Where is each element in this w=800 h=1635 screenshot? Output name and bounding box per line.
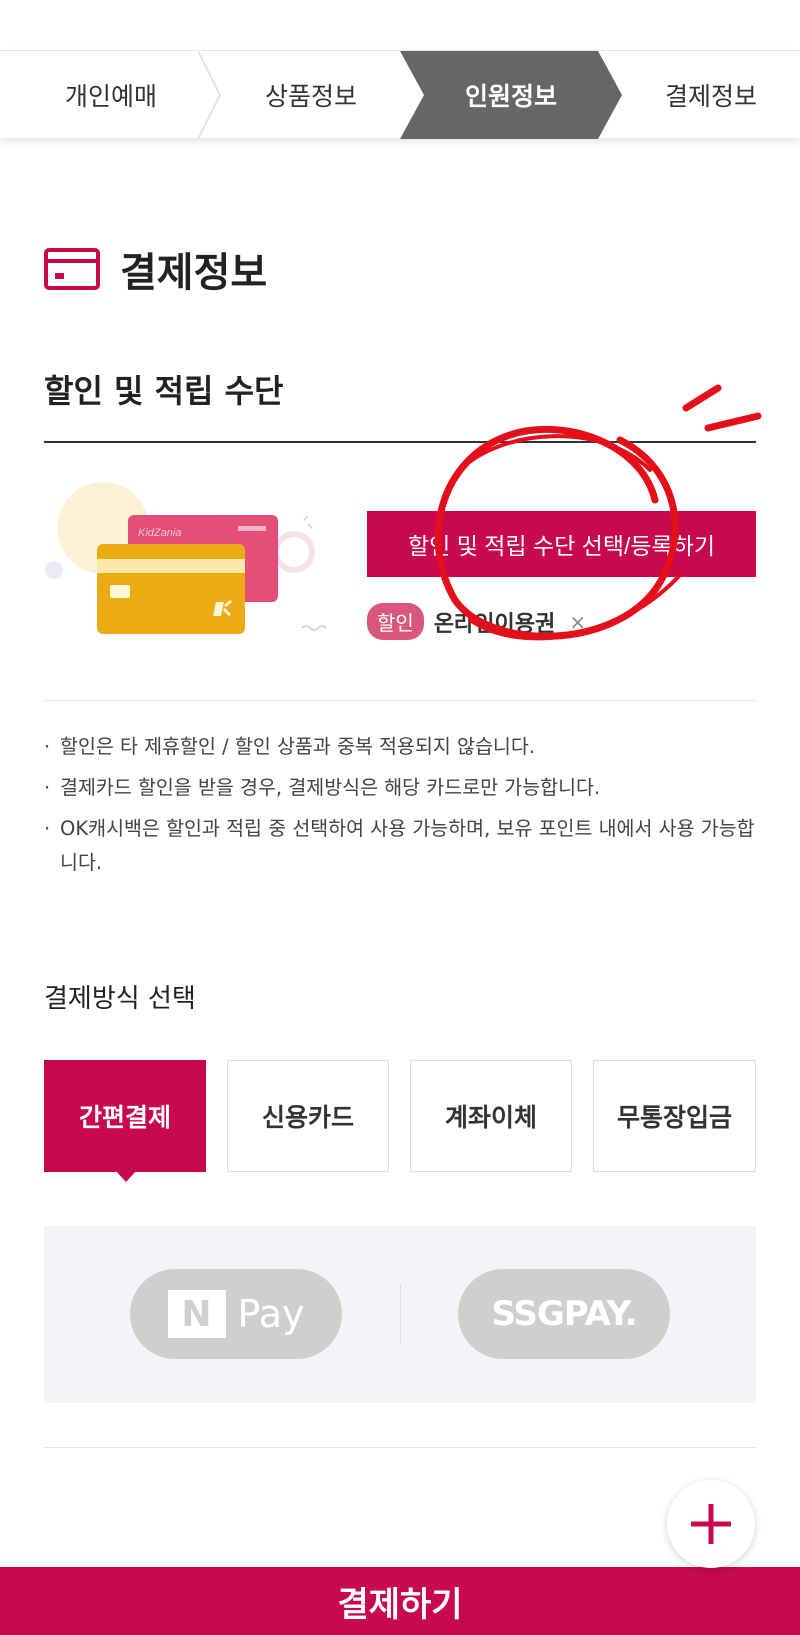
divider	[44, 700, 756, 701]
step-payment-info[interactable]: 결제정보	[600, 51, 800, 139]
tab-deposit[interactable]: 무통장입금	[593, 1060, 756, 1172]
illustration-brand-text: KidZania	[138, 527, 181, 539]
discount-notes: 할인은 타 제휴할인 / 할인 상품과 중복 적용되지 않습니다. 결제카드 할…	[44, 730, 756, 887]
payment-method-tabs: 간편결제 신용카드 계좌이체 무통장입금	[44, 1060, 756, 1182]
step-product-info[interactable]: 상품정보	[200, 51, 422, 139]
tab-easy-pay[interactable]: 간편결제	[44, 1060, 206, 1182]
remove-discount-icon[interactable]: ×	[569, 610, 586, 634]
step-person-info[interactable]: 인원정보	[400, 51, 622, 139]
section-divider	[44, 441, 756, 443]
annotation-mark	[682, 384, 722, 412]
ssgpay-button[interactable]: SSGPAY.	[458, 1269, 670, 1359]
tab-bank-transfer[interactable]: 계좌이체	[410, 1060, 572, 1172]
discount-select-button[interactable]: 할인 및 적립 수단 선택/등록하기	[367, 511, 756, 577]
discount-badge: 할인	[367, 603, 424, 640]
note-item: 할인은 타 제휴할인 / 할인 상품과 중복 적용되지 않습니다.	[44, 730, 756, 764]
page-title: 결제정보	[120, 250, 268, 296]
tab-credit-card[interactable]: 신용카드	[227, 1060, 389, 1172]
discount-section-title: 할인 및 적립 수단	[44, 372, 284, 410]
note-item: 결제카드 할인을 받을 경우, 결제방식은 해당 카드로만 가능합니다.	[44, 771, 756, 805]
card-icon	[44, 248, 100, 290]
applied-discount-name: 온라인이용권	[433, 611, 556, 637]
npay-logo-icon: N	[167, 1290, 226, 1338]
pay-divider	[400, 1284, 401, 1344]
floating-plus-button[interactable]	[667, 1480, 755, 1568]
section-header: 결제정보	[44, 240, 267, 298]
divider	[44, 1447, 756, 1448]
plus-icon	[691, 1504, 731, 1544]
payment-method-title: 결제방식 선택	[44, 984, 196, 1014]
easy-pay-options: N Pay SSGPAY.	[44, 1226, 756, 1403]
step-personal-booking[interactable]: 개인예매	[0, 51, 222, 139]
note-item: OK캐시백은 할인과 적립 중 선택하여 사용 가능하며, 보유 포인트 내에서…	[44, 812, 756, 880]
card-illustration: KidZania	[45, 482, 327, 634]
npay-label: Pay	[237, 1292, 305, 1336]
annotation-mark	[704, 412, 762, 432]
npay-button[interactable]: N Pay	[130, 1269, 342, 1359]
applied-discount: 할인 온라인이용권 ×	[367, 603, 586, 640]
step-navigation: 개인예매 상품정보 인원정보 결제정보	[0, 50, 800, 139]
pay-submit-button[interactable]: 결제하기	[0, 1567, 800, 1635]
